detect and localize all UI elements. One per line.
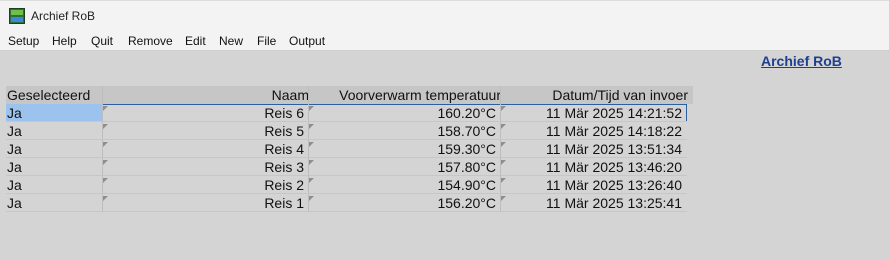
cell-corner-marker <box>309 142 314 147</box>
cell-corner-marker <box>103 178 108 183</box>
cell-datetime[interactable]: 11 Mär 2025 14:18:22 <box>500 122 687 140</box>
cell-temperature[interactable]: 158.70°C <box>308 122 500 140</box>
column-header-selected[interactable]: Geselecteerd <box>6 86 103 104</box>
window-title: Archief RoB <box>31 9 96 23</box>
cell-datetime[interactable]: 11 Mär 2025 13:25:41 <box>500 194 687 212</box>
table-row[interactable]: Ja Reis 3 157.80°C 11 Mär 2025 13:46:20 <box>6 158 687 176</box>
cell-corner-marker <box>103 160 108 165</box>
cell-selected[interactable]: Ja <box>6 104 102 122</box>
cell-corner-marker <box>501 160 506 165</box>
cell-corner-marker <box>103 124 108 129</box>
cell-temperature[interactable]: 160.20°C <box>308 104 500 122</box>
cell-corner-marker <box>103 106 108 111</box>
table-row[interactable]: Ja Reis 6 160.20°C 11 Mär 2025 14:21:52 <box>6 104 687 122</box>
menu-file[interactable]: File <box>257 34 276 48</box>
table-row[interactable]: Ja Reis 1 156.20°C 11 Mär 2025 13:25:41 <box>6 194 687 212</box>
cell-temperature[interactable]: 156.20°C <box>308 194 500 212</box>
menu-help[interactable]: Help <box>52 34 77 48</box>
cell-temperature[interactable]: 154.90°C <box>308 176 500 194</box>
cell-corner-marker <box>501 178 506 183</box>
app-icon <box>9 8 25 24</box>
menu-bar: Setup Help Quit Remove Edit New File Out… <box>0 31 889 51</box>
cell-name[interactable]: Reis 1 <box>102 194 308 212</box>
archief-heading-link[interactable]: Archief RoB <box>761 53 842 69</box>
column-header-temperature[interactable]: Voorverwarm temperatuur <box>308 86 505 104</box>
menu-remove[interactable]: Remove <box>128 34 173 48</box>
cell-selected[interactable]: Ja <box>6 140 102 158</box>
cell-corner-marker <box>501 106 506 111</box>
cell-corner-marker <box>103 196 108 201</box>
cell-datetime[interactable]: 11 Mär 2025 14:21:52 <box>500 104 687 122</box>
cell-corner-marker <box>309 124 314 129</box>
cell-corner-marker <box>103 142 108 147</box>
cell-corner-marker <box>309 196 314 201</box>
cell-datetime[interactable]: 11 Mär 2025 13:51:34 <box>500 140 687 158</box>
cell-corner-marker <box>501 196 506 201</box>
cell-selected[interactable]: Ja <box>6 122 102 140</box>
table-row[interactable]: Ja Reis 4 159.30°C 11 Mär 2025 13:51:34 <box>6 140 687 158</box>
cell-datetime[interactable]: 11 Mär 2025 13:46:20 <box>500 158 687 176</box>
column-header-datetime[interactable]: Datum/Tijd van invoer <box>500 86 693 104</box>
cell-corner-marker <box>501 124 506 129</box>
cell-selected[interactable]: Ja <box>6 194 102 212</box>
table-row[interactable]: Ja Reis 5 158.70°C 11 Mär 2025 14:18:22 <box>6 122 687 140</box>
cell-name[interactable]: Reis 2 <box>102 176 308 194</box>
cell-corner-marker <box>309 160 314 165</box>
cell-selected[interactable]: Ja <box>6 158 102 176</box>
menu-edit[interactable]: Edit <box>185 34 206 48</box>
cell-temperature[interactable]: 159.30°C <box>308 140 500 158</box>
cell-corner-marker <box>501 142 506 147</box>
cell-name[interactable]: Reis 3 <box>102 158 308 176</box>
cell-corner-marker <box>309 178 314 183</box>
cell-name[interactable]: Reis 4 <box>102 140 308 158</box>
menu-new[interactable]: New <box>219 34 243 48</box>
menu-quit[interactable]: Quit <box>91 34 113 48</box>
cell-corner-marker <box>309 106 314 111</box>
cell-datetime[interactable]: 11 Mär 2025 13:26:40 <box>500 176 687 194</box>
title-bar: Archief RoB <box>0 0 889 31</box>
table-row[interactable]: Ja Reis 2 154.90°C 11 Mär 2025 13:26:40 <box>6 176 687 194</box>
menu-setup[interactable]: Setup <box>8 34 39 48</box>
cell-name[interactable]: Reis 5 <box>102 122 308 140</box>
menu-output[interactable]: Output <box>289 34 325 48</box>
cell-name[interactable]: Reis 6 <box>102 104 308 122</box>
column-header-name[interactable]: Naam <box>102 86 313 104</box>
cell-temperature[interactable]: 157.80°C <box>308 158 500 176</box>
cell-selected[interactable]: Ja <box>6 176 102 194</box>
